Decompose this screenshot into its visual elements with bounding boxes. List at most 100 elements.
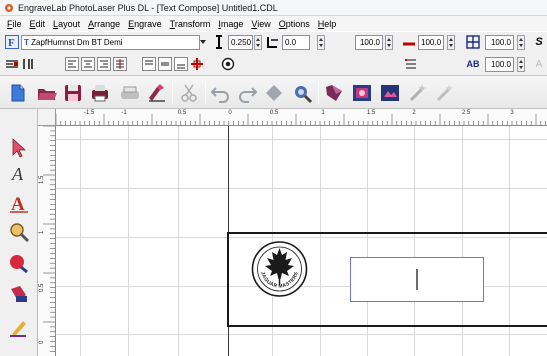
grid-line [56, 188, 547, 189]
line-spacing-field[interactable]: 0.0 [282, 35, 310, 50]
ruler-label: 0.5 [39, 283, 45, 292]
engrave-icon[interactable] [146, 82, 168, 104]
ruler-label: 2 [412, 110, 416, 116]
menu-options[interactable]: Options [275, 19, 314, 29]
record-icon[interactable] [221, 57, 235, 71]
char-width-field[interactable]: 100.0 [355, 35, 383, 50]
node-icon[interactable] [263, 82, 285, 104]
italic-icon[interactable]: S [532, 35, 546, 49]
text-input-frame[interactable] [350, 257, 484, 302]
effects-icon[interactable] [407, 82, 429, 104]
list-icon[interactable] [404, 57, 418, 71]
ruler-label: 1 [39, 230, 45, 234]
ab-icon[interactable]: AB [466, 57, 480, 71]
standard-toolbar [0, 76, 547, 109]
chevron-down-icon[interactable] [196, 35, 210, 49]
ruler-label: 2.5 [461, 110, 471, 116]
open-icon[interactable] [36, 82, 58, 104]
app-logo-icon [5, 3, 13, 12]
ruler-label: 0.5 [177, 110, 187, 116]
scale-y-field[interactable]: 100.0 [485, 57, 514, 72]
pen-tool-icon[interactable] [8, 316, 30, 338]
valign-middle-icon[interactable] [158, 57, 172, 71]
svg-text:A: A [11, 164, 24, 184]
cut-icon[interactable] [178, 82, 200, 104]
text-tool-icon[interactable]: A [8, 162, 30, 184]
align-left-icon[interactable] [65, 57, 79, 71]
ruler-label: -1 [121, 110, 127, 116]
vertical-ruler[interactable]: 1.5 1 0.5 0 [38, 126, 56, 356]
grid-line [178, 126, 179, 356]
menu-transform[interactable]: Transform [166, 19, 215, 29]
text-a-icon[interactable]: A [532, 57, 546, 71]
char-spacing-icon [402, 35, 416, 49]
menu-view[interactable]: View [247, 19, 274, 29]
image-icon[interactable] [351, 82, 373, 104]
valign-top-icon[interactable] [142, 57, 156, 71]
alignment-property-bar: AB 100.0 A [0, 53, 547, 76]
ruler-label: -1.5 [83, 110, 95, 116]
ruler-label: 1 [321, 110, 325, 116]
redo-icon[interactable] [236, 82, 258, 104]
ruler-label: 0 [39, 340, 45, 344]
fill-tool-icon[interactable] [8, 283, 30, 305]
column-icon[interactable] [21, 57, 35, 71]
shape-tool-icon[interactable] [8, 252, 30, 274]
fit-text-icon[interactable] [190, 57, 204, 71]
text-property-bar: F T ZapfHumnst Dm BT Demi 0.250 0.0 100.… [0, 31, 547, 53]
artistic-text-icon[interactable]: A [8, 192, 30, 215]
grid-line [56, 334, 547, 335]
grid-line [128, 126, 129, 356]
valign-bottom-icon[interactable] [174, 57, 188, 71]
print-icon[interactable] [89, 82, 111, 104]
menu-bar: File Edit Layout Arrange Engrave Transfo… [0, 16, 547, 31]
align-center-icon[interactable] [81, 57, 95, 71]
new-icon[interactable] [7, 82, 29, 104]
menu-image[interactable]: Image [214, 19, 247, 29]
wand-icon[interactable] [434, 82, 456, 104]
scale-y-spinner[interactable] [517, 57, 525, 72]
ruler-label: 1.5 [39, 175, 45, 184]
align-right-icon[interactable] [97, 57, 111, 71]
justify-icon[interactable] [113, 57, 127, 71]
import-icon[interactable] [291, 82, 313, 104]
svg-text:F: F [8, 37, 15, 49]
text-caret [416, 269, 418, 290]
font-style-icon[interactable]: F [5, 35, 19, 49]
font-name-dropdown[interactable]: T ZapfHumnst Dm BT Demi [21, 35, 200, 50]
font-name-value: ZapfHumnst Dm BT Demi [31, 38, 123, 47]
char-height-spinner[interactable] [254, 35, 262, 50]
ruler-origin[interactable] [38, 109, 56, 126]
char-height-field[interactable]: 0.250 [228, 35, 253, 50]
horizontal-ruler[interactable]: -1.5 -1 0.5 0 0.5 1 1.5 2 2.5 3 [56, 109, 547, 126]
jaguar-masters-logo[interactable]: JAGUAR MASTERS [247, 239, 312, 299]
zoom-tool-icon[interactable] [8, 221, 30, 243]
scale-x-spinner[interactable] [517, 35, 525, 50]
printer-icon[interactable] [119, 82, 141, 104]
char-spacing-spinner[interactable] [447, 35, 455, 50]
drawing-canvas[interactable]: JAGUAR MASTERS [56, 126, 547, 356]
undo-icon[interactable] [210, 82, 232, 104]
ruler-label: 1.5 [366, 110, 376, 116]
menu-edit[interactable]: Edit [26, 19, 50, 29]
pick-arrow-icon[interactable] [8, 137, 30, 159]
scale-x-field[interactable]: 100.0 [485, 35, 514, 50]
menu-layout[interactable]: Layout [49, 19, 84, 29]
ruler-label: 3 [510, 110, 514, 116]
fill-icon[interactable] [323, 82, 345, 104]
char-width-spinner[interactable] [385, 35, 393, 50]
photo-icon[interactable] [379, 82, 401, 104]
line-spacing-spinner[interactable] [317, 35, 325, 50]
frame-icon[interactable] [5, 57, 19, 71]
line-spacing-icon [266, 35, 280, 49]
title-bar: EngraveLab PhotoLaser Plus DL - [Text Co… [0, 0, 547, 16]
menu-help[interactable]: Help [314, 19, 341, 29]
grid-size-icon [466, 35, 480, 49]
save-icon[interactable] [62, 82, 84, 104]
toolbox: A A [0, 109, 38, 356]
char-spacing-field[interactable]: 100.0 [418, 35, 444, 50]
menu-engrave[interactable]: Engrave [124, 19, 166, 29]
menu-file[interactable]: File [3, 19, 26, 29]
grid-line [56, 139, 547, 140]
menu-arrange[interactable]: Arrange [84, 19, 124, 29]
